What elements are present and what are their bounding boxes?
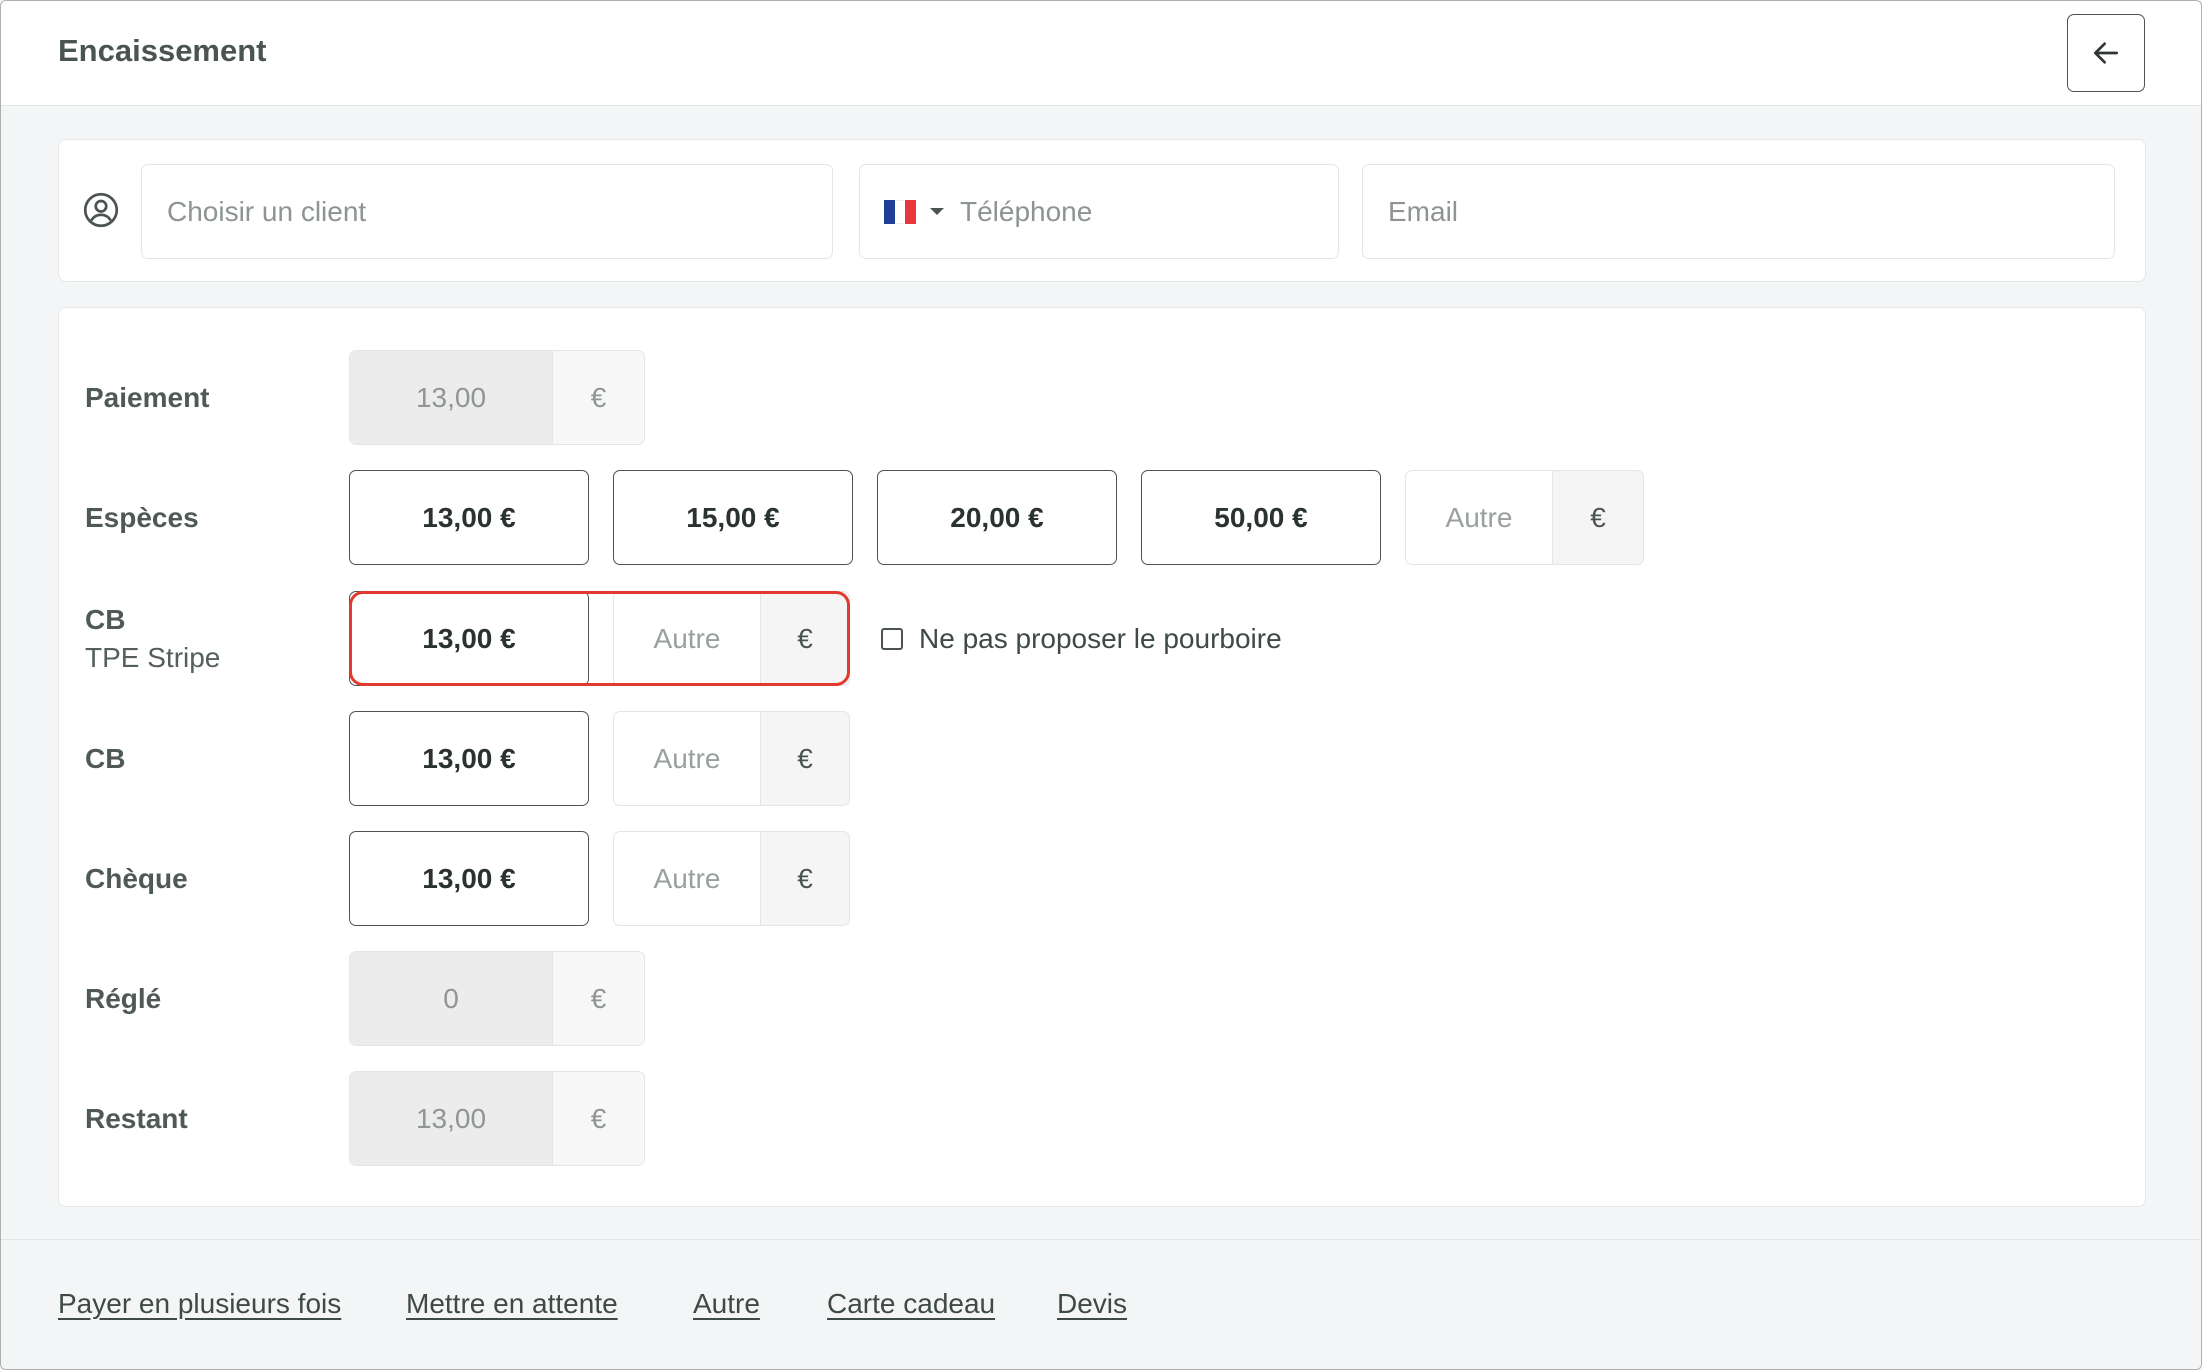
cb-other-input[interactable]: Autre €	[613, 711, 850, 806]
back-button[interactable]	[2067, 14, 2145, 92]
cb-other-placeholder[interactable]: Autre	[614, 712, 760, 805]
payment-card: Paiement 13,00 € Espèces 13,00 € 15,00 €…	[58, 307, 2146, 1207]
user-circle-icon	[83, 192, 119, 228]
restant-currency: €	[552, 1072, 644, 1165]
cb-label: CB	[85, 743, 126, 774]
client-card: Choisir un client Téléphone Email	[58, 139, 2146, 282]
client-select[interactable]: Choisir un client	[141, 164, 833, 259]
cb-stripe-title: CB	[85, 604, 126, 635]
email-placeholder: Email	[1388, 195, 1459, 227]
pay-in-installments-link[interactable]: Payer en plusieurs fois	[58, 1288, 341, 1320]
restant-amount: 13,00 €	[349, 1071, 645, 1166]
especes-amount-button[interactable]: 13,00 €	[349, 470, 589, 565]
cheque-other-input[interactable]: Autre €	[613, 831, 850, 926]
put-on-hold-link[interactable]: Mettre en attente	[406, 1288, 618, 1320]
page-title: Encaissement	[58, 33, 267, 68]
cb-stripe-amount-button[interactable]: 13,00 €	[349, 591, 589, 686]
regle-currency: €	[552, 952, 644, 1045]
cb-stripe-other-placeholder[interactable]: Autre	[614, 592, 760, 685]
other-link[interactable]: Autre	[693, 1288, 760, 1320]
tip-checkbox-label[interactable]: Ne pas proposer le pourboire	[919, 623, 1282, 655]
especes-other-placeholder[interactable]: Autre	[1406, 471, 1552, 564]
france-flag-icon[interactable]	[884, 199, 917, 224]
cb-stripe-sublabel: TPE Stripe	[85, 642, 221, 673]
especes-amount-button[interactable]: 15,00 €	[613, 470, 853, 565]
paiement-currency: €	[552, 351, 644, 444]
especes-amount-button[interactable]: 20,00 €	[877, 470, 1117, 565]
checkout-window: Encaissement Choisir un client Téléphone…	[0, 0, 2202, 1370]
tip-checkbox[interactable]	[881, 628, 903, 650]
cb-stripe-other-currency: €	[760, 592, 849, 685]
paiement-label: Paiement	[85, 382, 210, 413]
regle-value: 0	[350, 952, 552, 1045]
cb-stripe-other-input[interactable]: Autre €	[613, 591, 850, 686]
footer-actions: Payer en plusieurs fois Mettre en attent…	[1, 1239, 2201, 1369]
quote-link[interactable]: Devis	[1057, 1288, 1127, 1320]
cheque-amount-button[interactable]: 13,00 €	[349, 831, 589, 926]
chevron-down-icon[interactable]	[930, 208, 944, 215]
phone-placeholder: Téléphone	[960, 195, 1093, 227]
cheque-other-currency: €	[760, 832, 849, 925]
especes-other-input[interactable]: Autre €	[1405, 470, 1644, 565]
client-select-placeholder: Choisir un client	[167, 195, 367, 227]
regle-amount: 0 €	[349, 951, 645, 1046]
cb-other-currency: €	[760, 712, 849, 805]
arrow-left-icon	[2094, 42, 2118, 64]
paiement-amount: 13,00 €	[349, 350, 645, 445]
tip-checkbox-row[interactable]: Ne pas proposer le pourboire	[881, 623, 1282, 655]
cb-stripe-label: CB TPE Stripe	[85, 604, 220, 674]
header: Encaissement	[1, 1, 2201, 106]
email-field[interactable]: Email	[1362, 164, 2115, 259]
cb-amount-button[interactable]: 13,00 €	[349, 711, 589, 806]
paiement-value: 13,00	[350, 351, 552, 444]
especes-other-currency: €	[1552, 471, 1643, 564]
cheque-label: Chèque	[85, 863, 188, 894]
phone-field[interactable]: Téléphone	[859, 164, 1339, 259]
restant-value: 13,00	[350, 1072, 552, 1165]
regle-label: Réglé	[85, 983, 162, 1014]
restant-label: Restant	[85, 1103, 188, 1134]
especes-label: Espèces	[85, 502, 199, 533]
especes-amount-button[interactable]: 50,00 €	[1141, 470, 1381, 565]
cheque-other-placeholder[interactable]: Autre	[614, 832, 760, 925]
gift-card-link[interactable]: Carte cadeau	[827, 1288, 995, 1320]
